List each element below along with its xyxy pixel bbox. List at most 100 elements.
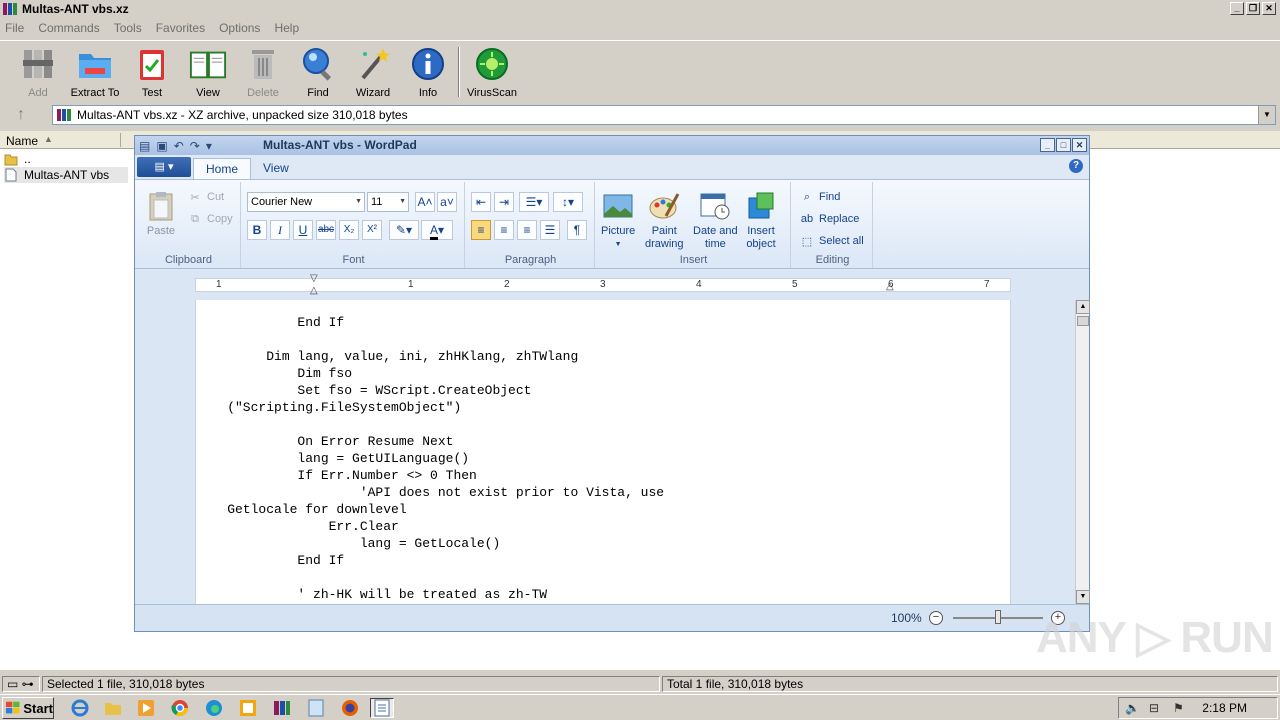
align-left-button[interactable]: ≡ — [471, 220, 491, 240]
close-button[interactable]: ✕ — [1262, 2, 1276, 15]
first-line-indent-marker[interactable]: ▽ — [310, 273, 318, 284]
italic-button[interactable]: I — [270, 220, 290, 240]
wordpad-minimize-button[interactable]: _ — [1040, 138, 1055, 152]
taskbar-edge[interactable] — [202, 698, 226, 718]
menu-favorites[interactable]: Favorites — [156, 21, 205, 35]
strikethrough-button[interactable]: abc — [316, 220, 336, 240]
replace-button[interactable]: ab Replace — [799, 210, 859, 228]
decrease-indent-button[interactable]: ⇤ — [471, 192, 491, 212]
vertical-scrollbar[interactable]: ▲ ▼ — [1075, 300, 1090, 604]
right-indent-marker[interactable]: △ — [886, 281, 894, 292]
test-button[interactable]: Test — [122, 45, 182, 99]
menu-help[interactable]: Help — [274, 21, 299, 35]
menu-commands[interactable]: Commands — [38, 21, 99, 35]
status-drive-indicator[interactable]: ▭ ⊶ — [2, 676, 40, 692]
taskbar-notepad[interactable] — [304, 698, 328, 718]
text-color-button[interactable]: A▾ — [421, 220, 453, 240]
zoom-out-button[interactable]: − — [929, 611, 943, 625]
font-family-select[interactable]: Courier New ▼ — [247, 192, 365, 212]
ruler-track[interactable]: 1 1 2 3 4 5 6 7 ▽ △ △ — [195, 273, 1011, 296]
increase-indent-button[interactable]: ⇥ — [494, 192, 514, 212]
address-dropdown-button[interactable]: ▼ — [1258, 106, 1275, 124]
list-item-file[interactable]: Multas-ANT vbs — [4, 167, 128, 183]
extract-to-button[interactable]: Extract To — [65, 45, 125, 99]
scroll-up-button[interactable]: ▲ — [1076, 300, 1090, 314]
taskbar-chrome[interactable] — [168, 698, 192, 718]
align-center-button[interactable]: ≡ — [494, 220, 514, 240]
start-button[interactable]: Start — [2, 697, 54, 719]
add-button[interactable]: Add — [8, 45, 68, 99]
insert-object-button[interactable]: Insert object — [745, 190, 777, 251]
volume-icon[interactable]: 🔈 — [1125, 701, 1140, 715]
internet-explorer-icon — [71, 699, 89, 717]
help-icon[interactable]: ? — [1069, 159, 1083, 173]
taskbar-firefox[interactable] — [338, 698, 362, 718]
menu-file[interactable]: File — [5, 21, 24, 35]
up-folder-button[interactable]: ↑ — [10, 106, 32, 124]
select-all-button[interactable]: ⬚ Select all — [799, 232, 864, 250]
document-line: On Error Resume Next — [196, 434, 454, 449]
action-center-flag-icon[interactable]: ⚑ — [1173, 701, 1184, 715]
column-divider[interactable] — [120, 133, 121, 147]
network-icon[interactable]: ⊟ — [1149, 701, 1159, 715]
line-spacing-button[interactable]: ↕▾ — [553, 192, 583, 212]
info-button[interactable]: Info — [398, 45, 458, 99]
left-indent-marker[interactable]: △ — [310, 285, 318, 296]
superscript-button[interactable]: X² — [362, 220, 382, 240]
grow-font-button[interactable]: A˄ — [415, 192, 435, 212]
tab-view[interactable]: View — [251, 158, 301, 179]
cut-button[interactable]: ✂ Cut — [187, 188, 224, 206]
taskbar-ie[interactable] — [68, 698, 92, 718]
menu-tools[interactable]: Tools — [114, 21, 142, 35]
delete-button[interactable]: Delete — [233, 45, 293, 99]
paint-drawing-button[interactable]: Paint drawing — [645, 190, 684, 251]
scroll-down-button[interactable]: ▼ — [1076, 590, 1090, 604]
list-item-parent-folder[interactable]: .. — [4, 151, 31, 167]
picture-button[interactable]: Picture ▼ — [601, 190, 635, 251]
document-page[interactable]: End If Dim lang, value, ini, zhHKlang, z… — [195, 300, 1011, 604]
bullets-button[interactable]: ☰▾ — [519, 192, 549, 212]
clock[interactable]: 2:18 PM — [1202, 701, 1247, 715]
align-right-button[interactable]: ≡ — [517, 220, 537, 240]
save-icon[interactable]: ▣ — [156, 139, 167, 153]
ribbon-tabs: ▤ ▾ Home View ? — [135, 155, 1089, 179]
zoom-slider-thumb[interactable] — [995, 610, 1001, 624]
copy-button[interactable]: ⧉ Copy — [187, 210, 233, 228]
tab-home[interactable]: Home — [193, 158, 252, 179]
wordpad-close-button[interactable]: ✕ — [1072, 138, 1087, 152]
taskbar-wordpad[interactable] — [370, 698, 394, 718]
taskbar-explorer[interactable] — [101, 698, 125, 718]
name-column-header[interactable]: Name — [6, 134, 38, 148]
undo-icon[interactable]: ↶ — [174, 139, 184, 153]
find-text-button[interactable]: ⌕ Find — [799, 188, 841, 206]
wordpad-maximize-button[interactable]: □ — [1056, 138, 1071, 152]
restore-button[interactable]: ❐ — [1246, 2, 1260, 15]
document-line: 'API does not exist prior to Vista, use — [196, 485, 665, 500]
find-button[interactable]: Find — [288, 45, 348, 99]
archive-path-field[interactable]: Multas-ANT vbs.xz - XZ archive, unpacked… — [52, 105, 1276, 125]
scroll-thumb[interactable] — [1077, 316, 1089, 326]
justify-button[interactable]: ☰ — [540, 220, 560, 240]
menu-options[interactable]: Options — [219, 21, 260, 35]
wizard-button[interactable]: Wizard — [343, 45, 403, 99]
font-size-select[interactable]: 11 ▼ — [367, 192, 409, 212]
redo-icon[interactable]: ↷ — [190, 139, 200, 153]
paste-button[interactable]: Paste — [145, 190, 177, 238]
minimize-button[interactable]: _ — [1230, 2, 1244, 15]
shrink-font-button[interactable]: a˅ — [437, 192, 457, 212]
taskbar-app-yellow[interactable] — [236, 698, 260, 718]
view-button[interactable]: View — [178, 45, 238, 99]
wordpad-menu-button[interactable]: ▤ ▾ — [137, 157, 191, 177]
customize-dropdown-icon[interactable]: ▾ — [206, 139, 212, 153]
taskbar-winrar[interactable] — [270, 698, 294, 718]
paragraph-settings-button[interactable]: ¶ — [567, 220, 587, 240]
taskbar-media-player[interactable] — [134, 698, 158, 718]
date-time-button[interactable]: Date and time — [693, 190, 738, 251]
highlight-color-button[interactable]: ✎▾ — [389, 220, 419, 240]
document-text[interactable]: End If Dim lang, value, ini, zhHKlang, z… — [196, 314, 664, 603]
bold-button[interactable]: B — [247, 220, 267, 240]
underline-button[interactable]: U — [293, 220, 313, 240]
subscript-button[interactable]: X₂ — [339, 220, 359, 240]
wordpad-app-icon: ▤ — [139, 138, 151, 153]
virusscan-button[interactable]: VirusScan — [462, 45, 522, 99]
